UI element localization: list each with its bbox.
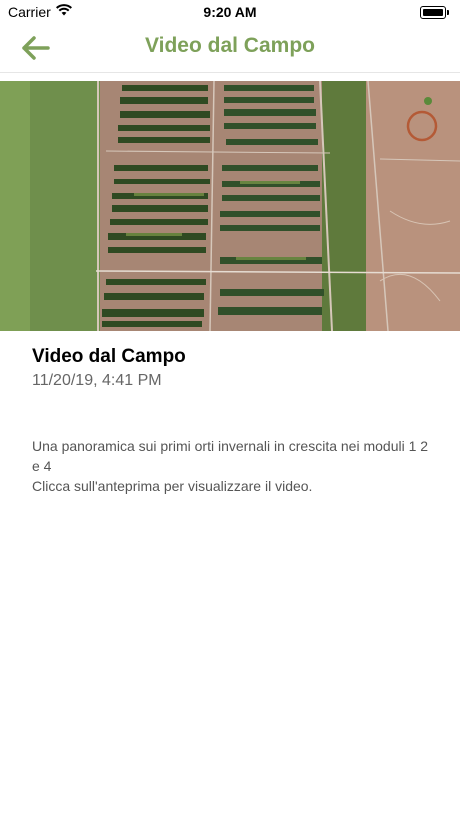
post-description: Una panoramica sui primi orti invernali … (32, 438, 429, 494)
status-bar: Carrier 9:20 AM (0, 0, 460, 24)
battery-icon (420, 6, 449, 19)
page-title: Video dal Campo (145, 34, 315, 57)
video-thumbnail[interactable] (0, 81, 460, 331)
post-date: 11/20/19, 4:41 PM (32, 372, 162, 389)
status-time: 9:20 AM (203, 4, 257, 20)
aerial-field-image (0, 81, 460, 331)
post-header: Video dal Campo 11/20/19, 4:41 PM (32, 346, 432, 390)
navigation-bar: Video dal Campo (0, 24, 460, 73)
post-title: Video dal Campo (32, 346, 186, 367)
